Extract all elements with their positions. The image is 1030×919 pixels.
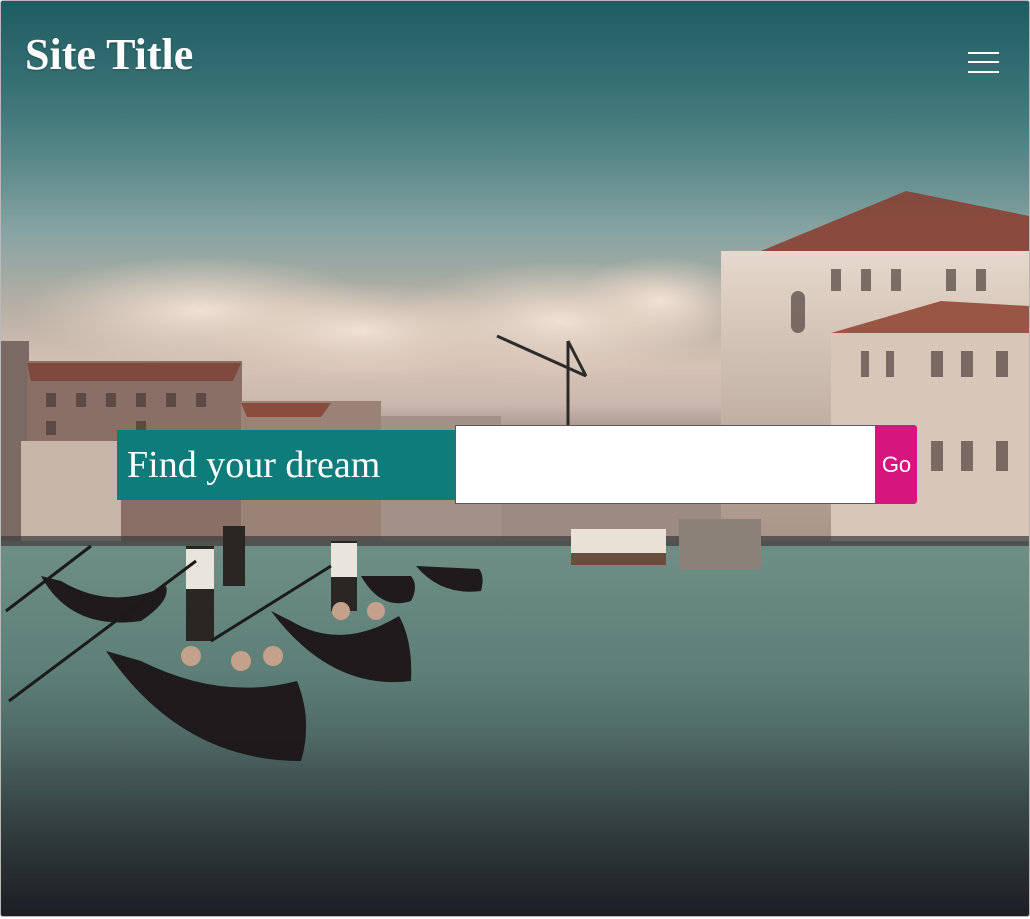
menu-bar: [968, 71, 999, 73]
search-input[interactable]: [455, 425, 876, 504]
search-label: Find your dream: [117, 430, 455, 500]
go-button[interactable]: Go: [876, 425, 917, 504]
site-title[interactable]: Site Title: [25, 30, 193, 79]
search-form: Find your dream Go: [117, 425, 917, 504]
page-frame: Site Title Find your dream Go: [0, 0, 1030, 917]
menu-bar: [968, 52, 999, 54]
menu-bar: [968, 61, 999, 63]
hamburger-menu-icon[interactable]: [964, 47, 1000, 77]
